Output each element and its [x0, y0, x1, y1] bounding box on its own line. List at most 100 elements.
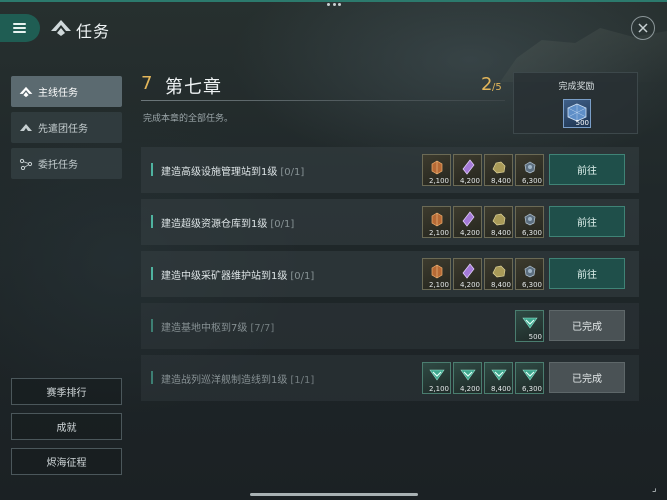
completed-button[interactable]: 已完成 — [549, 362, 625, 393]
ore-icon — [492, 265, 506, 278]
reward-quantity: 2,100 — [428, 177, 449, 185]
reward-item[interactable]: 2,100 — [422, 206, 451, 238]
reward-item[interactable]: 4,200 — [453, 362, 482, 394]
reward-quantity: 6,300 — [521, 385, 542, 393]
chapter-reward-label: 完成奖励 — [558, 82, 595, 92]
sidebar-item-label: 委托任务 — [38, 160, 78, 171]
quest-title: 建造中级采矿器维护站到1级 — [161, 271, 288, 282]
ember-sea-journey-button[interactable]: 烬海征程 — [11, 448, 122, 475]
reward-quantity: 4,200 — [459, 385, 480, 393]
quest-rewards: 2,100 4,200 8,400 6,300 — [422, 206, 546, 238]
claimed-check-icon — [522, 369, 538, 381]
quest-row: 建造基地中枢到7级 [7/7] 500 已完成 — [141, 303, 639, 349]
ore-icon — [492, 213, 506, 226]
quest-marker — [151, 319, 153, 332]
sidebar-item-commission-quests[interactable]: 委托任务 — [11, 148, 122, 179]
metal-crate-icon — [431, 264, 443, 279]
reward-quantity: 4,200 — [459, 177, 480, 185]
reward-item[interactable]: 6,300 — [515, 206, 544, 238]
go-button[interactable]: 前往 — [549, 154, 625, 185]
reward-item[interactable]: 6,300 — [515, 154, 544, 186]
home-indicator[interactable] — [250, 493, 418, 496]
network-icon — [19, 158, 33, 170]
quest-rewards: 2,100 4,200 8,400 6,300 — [422, 258, 546, 290]
reward-item[interactable]: 2,100 — [422, 154, 451, 186]
reward-item[interactable]: 2,100 — [422, 362, 451, 394]
reward-item[interactable]: 4,200 — [453, 154, 482, 186]
chapter-reward-panel: 完成奖励 500 — [513, 72, 638, 134]
reward-item[interactable]: 8,400 — [484, 206, 513, 238]
quest-rewards: 2,100 4,200 8,400 6,300 — [422, 362, 546, 394]
reward-item[interactable]: 6,300 — [515, 362, 544, 394]
go-button[interactable]: 前往 — [549, 258, 625, 289]
quest-title: 建造战列巡洋舰制造线到1级 — [161, 375, 288, 386]
reward-quantity: 4,200 — [459, 229, 480, 237]
reward-item[interactable]: 4,200 — [453, 258, 482, 290]
chapter-progress-total: /5 — [492, 82, 502, 93]
chapter-description: 完成本章的全部任务。 — [143, 114, 234, 124]
reward-item[interactable]: 4,200 — [453, 206, 482, 238]
quest-count: [0/1] — [290, 271, 315, 282]
quest-marker — [151, 371, 153, 384]
reward-quantity: 4,200 — [459, 281, 480, 289]
achievements-button[interactable]: 成就 — [11, 413, 122, 440]
claimed-check-icon — [429, 369, 445, 381]
chapter-progress-current: 2 — [481, 74, 493, 95]
metal-crate-icon — [431, 212, 443, 227]
fuel-icon — [524, 161, 536, 174]
quest-text: 建造超级资源仓库到1级 [0/1] — [161, 215, 294, 230]
quest-row: 建造中级采矿器维护站到1级 [0/1] 2,100 4,200 8,400 6,300 前往 — [141, 251, 639, 297]
quest-text: 建造基地中枢到7级 [7/7] — [161, 319, 274, 334]
reward-item[interactable]: 8,400 — [484, 154, 513, 186]
reward-item[interactable]: 8,400 — [484, 362, 513, 394]
fleet-emblem-icon — [51, 20, 71, 36]
reward-item[interactable]: 6,300 — [515, 258, 544, 290]
reward-quantity: 500 — [528, 333, 542, 341]
sidebar-item-main-quests[interactable]: 主线任务 — [11, 76, 122, 107]
window-drag-handle[interactable] — [327, 3, 341, 7]
sidebar-item-vanguard-quests[interactable]: 先遣团任务 — [11, 112, 122, 143]
reward-quantity: 6,300 — [521, 281, 542, 289]
quest-text: 建造中级采矿器维护站到1级 [0/1] — [161, 267, 314, 282]
close-icon — [638, 23, 648, 33]
reward-item[interactable]: 2,100 — [422, 258, 451, 290]
sidebar-item-label: 主线任务 — [38, 88, 78, 99]
menu-icon — [12, 23, 26, 33]
reward-quantity: 8,400 — [490, 177, 511, 185]
chapter-reward-item[interactable]: 500 — [563, 99, 591, 128]
quest-text: 建造战列巡洋舰制造线到1级 [1/1] — [161, 371, 314, 386]
fleet-emblem-icon — [19, 86, 33, 98]
quest-count: [1/1] — [290, 375, 315, 386]
quest-marker — [151, 267, 153, 280]
fuel-icon — [524, 213, 536, 226]
quest-marker — [151, 163, 153, 176]
chapter-reward-quantity: 500 — [575, 119, 589, 127]
crystal-icon — [462, 159, 475, 175]
reward-quantity: 2,100 — [428, 281, 449, 289]
quest-title: 建造高级设施管理站到1级 — [161, 167, 278, 178]
crystal-icon — [462, 263, 475, 279]
chapter-number: 7 — [141, 73, 153, 94]
menu-button[interactable] — [0, 14, 40, 42]
quest-marker — [151, 215, 153, 228]
claimed-check-icon — [460, 369, 476, 381]
close-button[interactable] — [631, 16, 655, 40]
quest-count: [0/1] — [270, 219, 295, 230]
page-title: 任务 — [76, 22, 111, 41]
completed-button[interactable]: 已完成 — [549, 310, 625, 341]
crystal-icon — [462, 211, 475, 227]
top-accent-line — [0, 0, 667, 2]
reward-item[interactable]: 8,400 — [484, 258, 513, 290]
reward-quantity: 6,300 — [521, 177, 542, 185]
season-ranking-button[interactable]: 赛季排行 — [11, 378, 122, 405]
fuel-icon — [524, 265, 536, 278]
quest-count: [0/1] — [280, 167, 305, 178]
resize-corner-icon: ⌟ — [652, 483, 657, 494]
go-button[interactable]: 前往 — [549, 206, 625, 237]
reward-item[interactable]: 500 — [515, 310, 544, 342]
ore-icon — [492, 161, 506, 174]
reward-quantity: 6,300 — [521, 229, 542, 237]
chapter-divider — [141, 100, 505, 101]
quest-row: 建造战列巡洋舰制造线到1级 [1/1] 2,100 4,200 8,400 6,300 已完… — [141, 355, 639, 401]
reward-quantity: 8,400 — [490, 281, 511, 289]
